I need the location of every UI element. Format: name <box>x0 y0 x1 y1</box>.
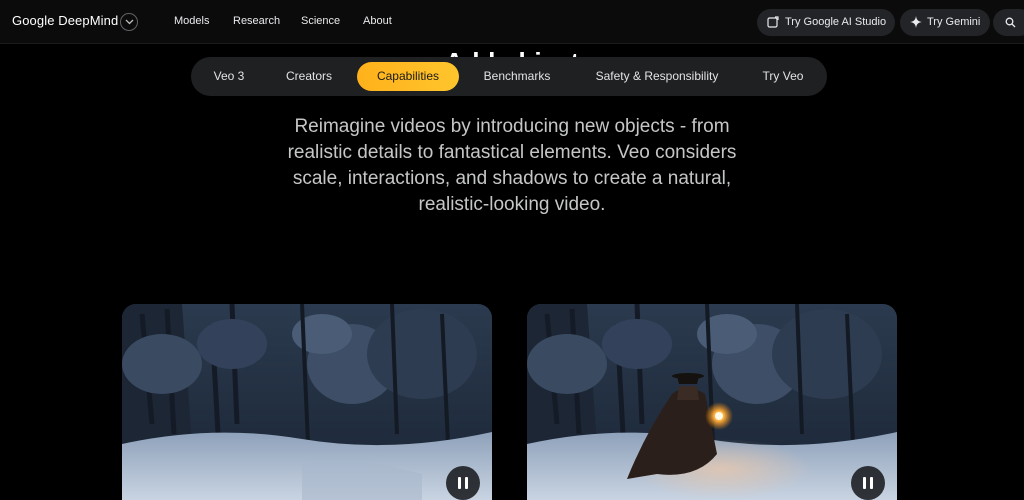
tab-benchmarks[interactable]: Benchmarks <box>471 62 563 91</box>
gemini-sparkle-icon <box>910 16 922 28</box>
edited-video[interactable] <box>527 304 897 500</box>
pause-button[interactable] <box>446 466 480 500</box>
tab-safety-responsibility[interactable]: Safety & Responsibility <box>581 62 733 91</box>
try-ai-studio-label: Try Google AI Studio <box>785 16 887 28</box>
snowy-forest-with-figure-scene <box>527 304 897 500</box>
try-ai-studio-button[interactable]: Try Google AI Studio <box>757 9 895 36</box>
nav-link-research[interactable]: Research <box>233 15 280 27</box>
ai-studio-icon <box>767 16 779 28</box>
top-navigation: Google DeepMind Models Research Science … <box>0 0 1024 44</box>
original-video[interactable] <box>122 304 492 500</box>
tab-veo-3[interactable]: Veo 3 <box>199 62 259 91</box>
chevron-down-icon[interactable] <box>120 13 138 31</box>
try-gemini-button[interactable]: Try Gemini <box>900 9 990 36</box>
tab-creators[interactable]: Creators <box>271 62 347 91</box>
search-icon <box>1005 17 1016 28</box>
snowy-forest-scene <box>122 304 492 500</box>
tab-try-veo[interactable]: Try Veo <box>751 62 815 91</box>
try-gemini-label: Try Gemini <box>927 16 981 28</box>
nav-link-models[interactable]: Models <box>174 15 209 27</box>
search-button[interactable] <box>993 9 1024 36</box>
intro-paragraph: Reimagine videos by introducing new obje… <box>287 116 737 215</box>
tab-capabilities[interactable]: Capabilities <box>357 62 459 91</box>
nav-link-science[interactable]: Science <box>301 15 340 27</box>
brand-logo[interactable]: Google DeepMind <box>12 13 118 28</box>
nav-link-about[interactable]: About <box>363 15 392 27</box>
pause-button[interactable] <box>851 466 885 500</box>
section-tabs: Veo 3 Creators Capabilities Benchmarks S… <box>191 57 827 96</box>
